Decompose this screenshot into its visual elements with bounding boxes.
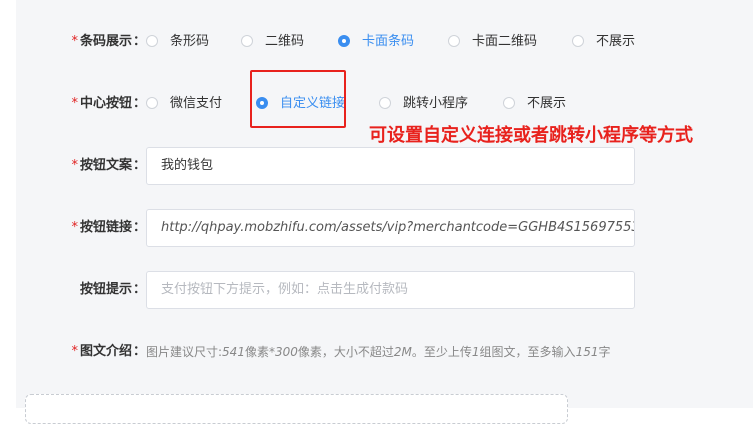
highlight-box [250, 70, 346, 128]
button-hint-row: 按钮提示： 支付按钮下方提示，例如：点击生成付款码 [16, 270, 753, 310]
button-hint-label: 按钮提示： [79, 282, 146, 297]
radio-circle-icon [146, 97, 158, 109]
barcode-display-label: * 条码展示： [71, 34, 146, 49]
image-intro-hint: 图片建议尺寸:541像素*300像素，大小不超过2M。至少上传1组图文，至多输入… [146, 345, 611, 359]
button-link-label: * 按钮链接： [71, 220, 146, 235]
barcode-display-row: * 条码展示： 条形码 二维码 卡面条码 卡面二维码 不展示 [16, 22, 753, 62]
image-intro-row: * 图文介绍： 图片建议尺寸:541像素*300像素，大小不超过2M。至少上传1组… [16, 332, 753, 372]
radio-circle-icon [572, 35, 584, 47]
upload-area[interactable] [25, 394, 568, 424]
button-link-input[interactable]: http://qhpay.mobzhifu.com/assets/vip?mer… [146, 209, 635, 247]
annotation-text: 可设置自定义连接或者跳转小程序等方式 [369, 125, 693, 146]
radio-checked-icon [338, 35, 350, 47]
radio-circle-icon [503, 97, 515, 109]
image-intro-label: * 图文介绍： [71, 344, 146, 359]
radio-circle-icon [448, 35, 460, 47]
button-text-label: * 按钮文案： [71, 158, 146, 173]
radio-circle-icon [241, 35, 253, 47]
button-text-row: * 按钮文案： 我的钱包 [16, 146, 753, 186]
button-text-input[interactable]: 我的钱包 [146, 147, 635, 185]
button-hint-input[interactable]: 支付按钮下方提示，例如：点击生成付款码 [146, 271, 635, 309]
center-button-row: * 中心按钮： 微信支付 自定义链接 跳转小程序 不展示 [16, 84, 753, 124]
radio-circle-icon [146, 35, 158, 47]
button-link-row: * 按钮链接： http://qhpay.mobzhifu.com/assets/… [16, 208, 753, 248]
form-panel: * 条码展示： 条形码 二维码 卡面条码 卡面二维码 不展示 * 中心按钮： 微… [16, 0, 753, 408]
radio-circle-icon [379, 97, 391, 109]
center-button-label: * 中心按钮： [71, 96, 146, 111]
